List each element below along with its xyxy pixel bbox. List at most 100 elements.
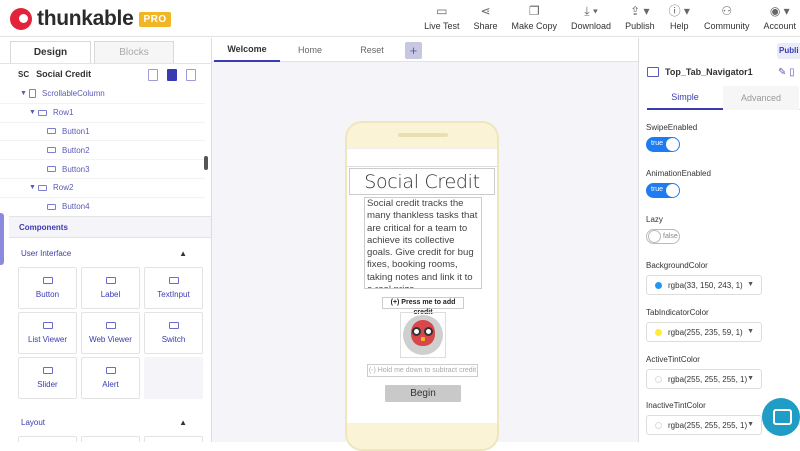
- app-description-label[interactable]: Social credit tracks the many thankless …: [364, 197, 482, 289]
- project-header[interactable]: SC Social Credit: [18, 69, 91, 79]
- tree-item[interactable]: ▼ Row1: [0, 104, 205, 123]
- property-activetintcolor: ActiveTintColor rgba(255, 255, 255, 1) ▼: [646, 355, 762, 389]
- color-value: rgba(255, 255, 255, 1): [668, 374, 748, 384]
- logo-text: thunkable: [37, 7, 134, 30]
- project-name: Social Credit: [36, 69, 92, 79]
- component-switch[interactable]: Switch: [144, 312, 203, 354]
- expand-arrow-icon[interactable]: ▼: [29, 109, 38, 116]
- add-credit-button[interactable]: (+) Press me to add credit: [382, 297, 464, 316]
- web-viewer-icon: [105, 322, 116, 329]
- tab-home[interactable]: Home: [290, 38, 330, 62]
- chevron-down-icon: ▼: [747, 421, 754, 428]
- components-header: Components: [9, 216, 211, 238]
- copy-icon: ❐: [528, 4, 540, 18]
- toggle-switch[interactable]: true: [646, 183, 680, 198]
- tree-item[interactable]: ▼ ScrollableColumn: [0, 85, 205, 104]
- nav-community[interactable]: ⚇ Community: [704, 5, 750, 32]
- publish-status-badge[interactable]: Publi: [777, 43, 800, 59]
- mascot-image[interactable]: [400, 312, 446, 358]
- thunkable-logo[interactable]: thunkable PRO: [10, 7, 171, 31]
- tree-item[interactable]: ▼ Row2: [0, 179, 205, 198]
- tree-item[interactable]: Button2: [0, 141, 205, 161]
- tree-item-label: Button4: [62, 202, 90, 212]
- toggle-switch[interactable]: false: [646, 229, 680, 244]
- nav-label: Help: [670, 21, 689, 31]
- nav-share[interactable]: ⋖ Share: [473, 5, 498, 32]
- palette-section-header[interactable]: Layout ▲: [9, 408, 211, 436]
- toggle-value: true: [651, 140, 664, 147]
- color-swatch-icon: [655, 375, 662, 383]
- panel-collapse-handle[interactable]: [0, 213, 4, 265]
- color-value: rgba(33, 150, 243, 1): [668, 280, 743, 290]
- chat-support-icon[interactable]: [762, 398, 800, 436]
- color-picker-select[interactable]: rgba(255, 255, 255, 1) ▼: [646, 415, 762, 435]
- tree-item[interactable]: Button4: [0, 198, 205, 215]
- nav-live-test[interactable]: ▭ Live Test: [424, 4, 459, 32]
- property-label: InactiveTintColor: [646, 401, 706, 410]
- palette-cell[interactable]: [18, 436, 77, 442]
- toggle-value: false: [663, 233, 678, 240]
- tree-item-label: Button1: [62, 126, 90, 136]
- phone-preview: Social Credit Social credit tracks the m…: [345, 121, 499, 451]
- device-view-toggles: [148, 69, 205, 81]
- app-title-label[interactable]: Social Credit: [349, 168, 495, 195]
- nav-help[interactable]: ⓘ ▾ Help: [669, 5, 690, 32]
- phone-view-icon[interactable]: [167, 69, 177, 81]
- tree-item[interactable]: Button1: [0, 123, 205, 142]
- expand-arrow-icon[interactable]: ▼: [29, 184, 38, 191]
- palette-cell[interactable]: [144, 436, 203, 442]
- tree-item[interactable]: Button3: [0, 160, 205, 179]
- color-swatch-icon: [655, 421, 662, 429]
- expand-arrow-icon[interactable]: ▼: [20, 90, 29, 97]
- property-swipeenabled: SwipeEnabled true: [646, 123, 697, 152]
- color-swatch-icon: [655, 328, 662, 336]
- nav-make-copy[interactable]: ❐ Make Copy: [512, 4, 558, 32]
- palette-cell[interactable]: [81, 436, 140, 442]
- pro-badge: PRO: [139, 11, 171, 27]
- component-alert[interactable]: Alert: [81, 357, 140, 399]
- tree-scrollbar[interactable]: [204, 156, 208, 170]
- chevron-down-icon: ▼: [747, 375, 754, 382]
- component-web-viewer[interactable]: Web Viewer: [81, 312, 140, 354]
- nav-label: Share: [473, 21, 498, 31]
- nav-label: Account: [763, 21, 796, 31]
- palette-section-title: User Interface: [21, 248, 72, 258]
- component-slider[interactable]: Slider: [18, 357, 77, 399]
- color-value: rgba(255, 255, 255, 1): [668, 420, 748, 430]
- phone-speaker: [398, 133, 448, 137]
- color-picker-select[interactable]: rgba(255, 235, 59, 1) ▼: [646, 322, 762, 342]
- rename-icon[interactable]: ✎ ▯: [778, 67, 795, 78]
- tab-blocks[interactable]: Blocks: [94, 41, 174, 63]
- nav-download[interactable]: ⤓ ▾ Download: [571, 5, 611, 32]
- toggle-value: true: [651, 186, 664, 193]
- tab-simple[interactable]: Simple: [647, 86, 723, 110]
- component-textinput[interactable]: TextInput: [144, 267, 203, 309]
- tab-advanced[interactable]: Advanced: [723, 86, 799, 110]
- phone-screen: Social Credit Social credit tracks the m…: [347, 148, 497, 423]
- button-icon: [42, 277, 53, 284]
- publish-icon: ⇪ ▾: [630, 4, 650, 18]
- tab-welcome[interactable]: Welcome: [214, 38, 280, 62]
- palette-section-header[interactable]: User Interface ▲: [9, 239, 211, 267]
- component-label[interactable]: Label: [81, 267, 140, 309]
- color-picker-select[interactable]: rgba(255, 255, 255, 1) ▼: [646, 369, 762, 389]
- component-list-viewer[interactable]: List Viewer: [18, 312, 77, 354]
- nav-label: Publish: [625, 21, 655, 31]
- tab-design[interactable]: Design: [10, 41, 91, 63]
- property-tabindicatorcolor: TabIndicatorColor rgba(255, 235, 59, 1) ▼: [646, 308, 762, 342]
- nav-account[interactable]: ◉ ▾ Account: [763, 5, 796, 32]
- color-picker-select[interactable]: rgba(33, 150, 243, 1) ▼: [646, 275, 762, 295]
- properties-tabs: Simple Advanced: [647, 86, 800, 110]
- top-tab-navigator[interactable]: [347, 149, 497, 167]
- subtract-credit-button[interactable]: (-) Hold me down to subtract credit: [367, 364, 478, 377]
- begin-button[interactable]: Begin: [385, 385, 461, 402]
- canvas-area: Welcome Home Reset + Social Credit Socia…: [212, 38, 638, 451]
- component-button[interactable]: Button: [18, 267, 77, 309]
- portrait-view-icon[interactable]: [186, 69, 196, 81]
- nav-publish[interactable]: ⇪ ▾ Publish: [625, 4, 655, 32]
- add-screen-button[interactable]: +: [405, 42, 422, 59]
- tab-reset[interactable]: Reset: [354, 38, 390, 62]
- tablet-view-icon[interactable]: [148, 69, 158, 81]
- toggle-switch[interactable]: true: [646, 137, 680, 152]
- phone-icon: ▭: [436, 4, 448, 18]
